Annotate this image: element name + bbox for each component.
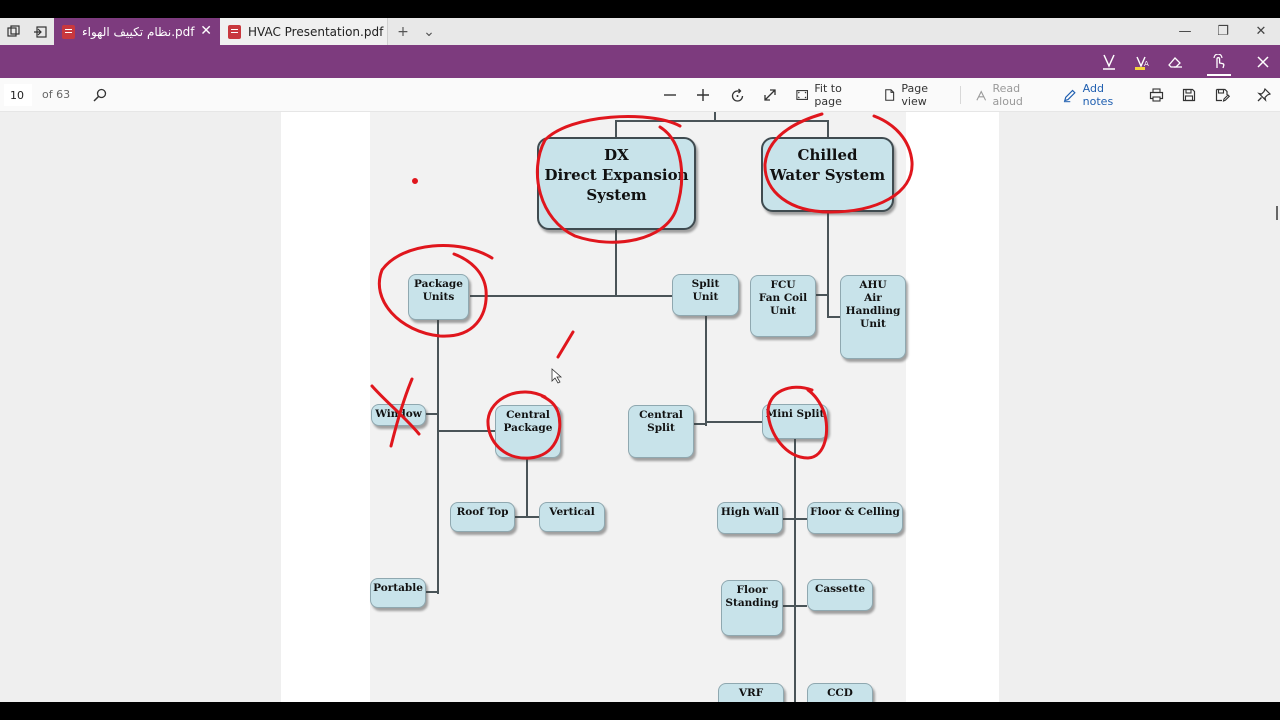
tab-bar: نظام تكييف الهواء.pdf ✕ HVAC Presentatio… (0, 18, 1280, 45)
fit-to-page-button[interactable]: Fit to page (796, 78, 866, 112)
toolbar-divider (960, 86, 961, 104)
tab-list-button[interactable]: ⌄ (418, 18, 440, 45)
save-as-button[interactable] (1210, 78, 1234, 112)
svg-text:A: A (1144, 60, 1149, 68)
ink-circle-mini-split (766, 385, 829, 460)
ink-toolbar: A (0, 45, 1280, 78)
close-window-button[interactable]: ✕ (1242, 18, 1280, 45)
highlighter-button[interactable]: A (1126, 45, 1158, 78)
vertical-scrollbar-thumb[interactable] (1276, 206, 1278, 220)
minimize-button[interactable]: — (1166, 18, 1204, 45)
minus-icon (664, 94, 676, 96)
touch-hand-icon (1213, 53, 1225, 68)
eraser-icon (1168, 56, 1182, 68)
tab-title: HVAC Presentation.pdf (248, 24, 384, 39)
page-view-button[interactable]: Page view (884, 78, 950, 112)
rotate-button[interactable] (725, 78, 749, 112)
reading-toolbar: of 63 Fit to page Page view Read aloud (0, 78, 1280, 112)
pdf-file-icon (62, 24, 75, 39)
app-window: نظام تكييف الهواء.pdf ✕ HVAC Presentatio… (0, 0, 1280, 720)
set-aside-icon (34, 25, 47, 38)
save-icon (1182, 88, 1196, 102)
zoom-in-button[interactable] (691, 78, 715, 112)
add-notes-button[interactable]: Add notes (1063, 78, 1133, 112)
add-notes-pen-icon (1063, 89, 1076, 102)
ink-dot-mark (412, 178, 418, 184)
read-aloud-button[interactable]: Read aloud (976, 78, 1046, 112)
pen-icon (1103, 54, 1115, 70)
pin-icon (1257, 88, 1271, 102)
save-button[interactable] (1177, 78, 1201, 112)
new-tab-button[interactable]: + (392, 18, 414, 45)
ink-stroke-mark (556, 330, 575, 359)
tab-close-icon[interactable]: ✕ (200, 24, 212, 38)
search-icon (93, 88, 107, 102)
close-ink-toolbar-button[interactable] (1247, 45, 1279, 78)
page-view-icon (885, 89, 895, 101)
document-viewer[interactable]: DX Direct Expansion System Chilled Water… (0, 112, 1280, 713)
ink-annotations (370, 112, 914, 460)
save-as-icon (1215, 88, 1230, 102)
tab-arabic-pdf[interactable]: نظام تكييف الهواء.pdf ✕ (54, 18, 220, 45)
touch-writing-button[interactable] (1203, 45, 1235, 78)
page-number-input[interactable] (4, 84, 32, 106)
print-icon (1149, 88, 1163, 102)
print-button[interactable] (1144, 78, 1168, 112)
set-aside-tabs-button[interactable] (27, 18, 53, 45)
expand-icon (764, 89, 776, 101)
add-notes-label: Add notes (1082, 82, 1114, 108)
draw-pen-button[interactable] (1093, 45, 1125, 78)
rotate-icon (731, 88, 743, 102)
search-button[interactable] (88, 78, 112, 112)
tab-group-icon (6, 25, 20, 37)
read-aloud-label: Read aloud (992, 82, 1023, 108)
letterbox-top (0, 0, 1280, 18)
plus-icon (697, 89, 709, 101)
ink-x-mark-window (389, 377, 414, 448)
ink-circle-package-units (377, 244, 494, 338)
fit-to-page-label: Fit to page (814, 82, 842, 108)
eraser-button[interactable] (1159, 45, 1191, 78)
mouse-cursor-icon (551, 368, 563, 384)
pin-toolbar-button[interactable] (1252, 78, 1276, 112)
full-screen-button[interactable] (758, 78, 782, 112)
tab-group-button[interactable] (0, 18, 26, 45)
letterbox-bottom (0, 702, 1280, 720)
zoom-out-button[interactable] (658, 78, 682, 112)
fit-to-page-icon (796, 90, 809, 100)
page-view-label: Page view (901, 82, 929, 108)
read-aloud-icon (976, 89, 987, 101)
tab-title: نظام تكييف الهواء.pdf (82, 24, 195, 39)
hvac-classification-diagram: DX Direct Expansion System Chilled Water… (0, 112, 1280, 713)
restore-button[interactable]: ❐ (1204, 18, 1242, 45)
highlighter-icon: A (1135, 56, 1149, 70)
ink-circle-dx (535, 115, 684, 244)
close-icon (1257, 55, 1269, 68)
ink-circle-chilled-water (763, 112, 914, 214)
tab-hvac-presentation[interactable]: HVAC Presentation.pdf (220, 18, 388, 45)
pdf-file-icon (228, 24, 241, 39)
page-total: of 63 (42, 88, 71, 101)
ink-circle-central-package (486, 390, 562, 460)
